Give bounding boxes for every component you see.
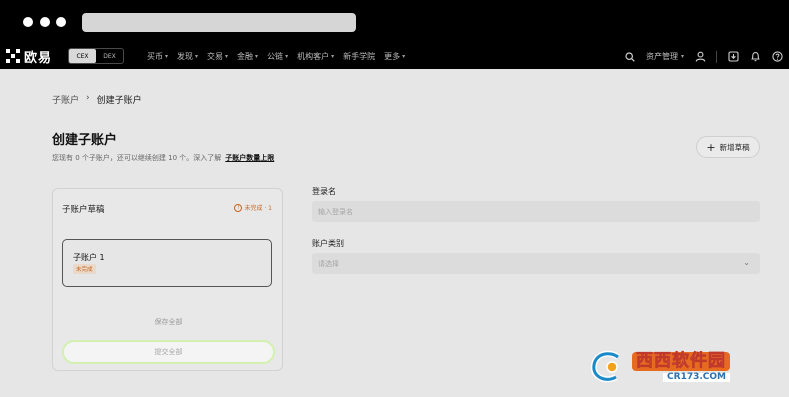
user-icon[interactable] bbox=[694, 51, 706, 63]
subtitle-text: 您现有 0 个子账户，还可以继续创建 10 个。深入了解 bbox=[52, 154, 222, 162]
logo[interactable]: 欧易 bbox=[6, 47, 53, 66]
login-name-placeholder: 输入登录名 bbox=[318, 207, 353, 216]
menu-item-buy[interactable]: 买币 ▾ bbox=[147, 51, 168, 62]
chevron-down-icon: ▾ bbox=[285, 53, 289, 60]
menu-item-more[interactable]: 更多 ▾ bbox=[384, 51, 405, 62]
page-title: 创建子账户 bbox=[52, 133, 118, 148]
menu-item-discover[interactable]: 发现 ▾ bbox=[177, 51, 198, 62]
browser-titlebar bbox=[0, 0, 789, 44]
chevron-down-icon: ▾ bbox=[680, 53, 684, 60]
account-type-label: 账户类别 bbox=[312, 239, 344, 248]
toggle-dex[interactable]: DEX bbox=[96, 49, 123, 63]
draft-panel-title: 子账户草稿 bbox=[62, 205, 105, 215]
menu-item-finance[interactable]: 金融 ▾ bbox=[237, 51, 258, 62]
logo-text: 欧易 bbox=[24, 50, 53, 66]
submit-all-button[interactable]: 提交全部 bbox=[62, 340, 275, 364]
address-bar[interactable] bbox=[82, 13, 356, 32]
status-badge: 未完成 bbox=[73, 264, 96, 274]
breadcrumb-separator: › bbox=[86, 93, 90, 103]
save-all-button[interactable]: 保存全部 bbox=[53, 317, 284, 327]
nav-divider bbox=[716, 50, 717, 63]
breadcrumb-parent[interactable]: 子账户 bbox=[52, 93, 79, 106]
watermark-logo-icon bbox=[590, 350, 620, 383]
main-menu: 买币 ▾ 发现 ▾ 交易 ▾ 金融 ▾ 公链 ▾ 机构客户 ▾ 新手学院 更多 ▾ bbox=[147, 44, 405, 69]
menu-item-trade[interactable]: 交易 ▾ bbox=[207, 51, 228, 62]
chevron-down-icon: ▾ bbox=[402, 53, 406, 60]
draft-card[interactable]: 子账户 1 未完成 bbox=[62, 239, 272, 287]
chevron-down-icon: ▾ bbox=[195, 53, 199, 60]
window-dot-icon[interactable] bbox=[40, 17, 50, 27]
chevron-down-icon: ▾ bbox=[165, 53, 169, 60]
breadcrumb: 子账户 › 创建子账户 bbox=[52, 93, 142, 106]
account-type-select[interactable]: 请选择 ⌄ bbox=[312, 253, 760, 274]
help-icon[interactable] bbox=[771, 51, 783, 63]
asset-management-menu[interactable]: 资产管理 ▾ bbox=[646, 51, 684, 62]
toggle-cex[interactable]: CEX bbox=[69, 49, 96, 63]
watermark-url: CR173.COM bbox=[663, 373, 730, 382]
top-nav: 欧易 CEX DEX 买币 ▾ 发现 ▾ 交易 ▾ 金融 ▾ 公链 ▾ 机构客户 ▾ 新手学… bbox=[0, 44, 789, 69]
chevron-down-icon: ▾ bbox=[331, 53, 335, 60]
submit-all-label: 提交全部 bbox=[154, 348, 183, 356]
warning-icon: ! bbox=[234, 203, 243, 212]
add-draft-button[interactable]: + 新增草稿 bbox=[696, 136, 760, 158]
window-dot-icon[interactable] bbox=[23, 17, 33, 27]
breadcrumb-current: 创建子账户 bbox=[96, 96, 142, 106]
account-type-placeholder: 请选择 bbox=[318, 259, 339, 268]
plus-icon: + bbox=[706, 140, 716, 154]
login-name-input[interactable]: 输入登录名 bbox=[312, 201, 760, 222]
page-subtitle: 您现有 0 个子账户，还可以继续创建 10 个。深入了解 子账户数量上限 bbox=[52, 153, 274, 163]
chevron-down-icon: ⌄ bbox=[743, 258, 750, 267]
menu-item-academy[interactable]: 新手学院 bbox=[343, 51, 375, 62]
download-icon[interactable] bbox=[727, 51, 739, 63]
nav-right-actions: 资产管理 ▾ bbox=[624, 44, 783, 69]
subaccount-limit-link[interactable]: 子账户数量上限 bbox=[225, 154, 274, 162]
login-name-label: 登录名 bbox=[312, 187, 336, 196]
draft-card-title: 子账户 1 bbox=[73, 253, 105, 262]
menu-item-chain[interactable]: 公链 ▾ bbox=[267, 51, 288, 62]
chevron-down-icon: ▾ bbox=[225, 53, 229, 60]
watermark-brand: 西西软件园 bbox=[632, 352, 730, 371]
menu-item-institutional[interactable]: 机构客户 ▾ bbox=[297, 51, 334, 62]
cex-dex-toggle[interactable]: CEX DEX bbox=[68, 48, 124, 64]
draft-panel: 子账户草稿 ! 未完成 · 1 子账户 1 未完成 保存全部 提交全部 bbox=[52, 188, 283, 371]
okx-logo-icon bbox=[6, 49, 20, 63]
window-dot-icon[interactable] bbox=[56, 17, 66, 27]
chevron-down-icon: ▾ bbox=[255, 53, 259, 60]
add-draft-label: 新增草稿 bbox=[719, 142, 750, 152]
draft-status-text: 未完成 · 1 bbox=[244, 205, 272, 212]
bell-icon[interactable] bbox=[749, 51, 761, 63]
draft-status: ! 未完成 · 1 bbox=[234, 203, 272, 212]
search-icon[interactable] bbox=[624, 51, 636, 63]
watermark: 西西软件园 CR173.COM bbox=[588, 347, 770, 387]
